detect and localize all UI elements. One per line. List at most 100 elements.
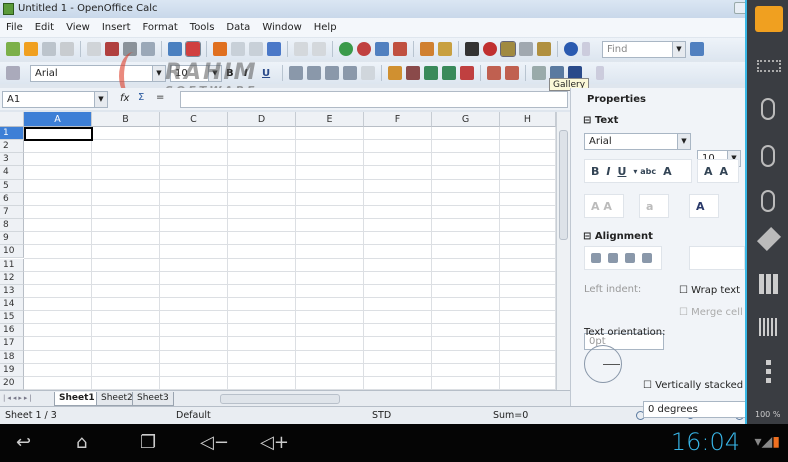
row-header[interactable]: 1 <box>0 127 24 141</box>
column-header[interactable]: B <box>92 112 160 127</box>
align-center-icon[interactable] <box>307 66 321 80</box>
vertical-scrollbar[interactable] <box>556 112 570 390</box>
row-header[interactable]: 4 <box>0 166 24 180</box>
redo-icon[interactable] <box>312 42 326 56</box>
row-header[interactable]: 9 <box>0 232 24 246</box>
volume-down-icon[interactable]: ◁− <box>200 432 229 453</box>
toolbar-overflow-icon[interactable] <box>596 66 604 80</box>
add-decimal-icon[interactable] <box>442 66 456 80</box>
row-header[interactable]: 2 <box>0 140 24 154</box>
menu-data[interactable]: Data <box>220 22 256 33</box>
menu-file[interactable]: File <box>0 22 29 33</box>
horizontal-align-buttons[interactable] <box>584 246 662 270</box>
align-right-icon[interactable] <box>325 66 339 80</box>
column-header[interactable]: D <box>228 112 296 127</box>
mouse-right-icon[interactable] <box>761 145 775 167</box>
orientation-degrees-input[interactable]: 0 degrees <box>643 401 746 418</box>
more-icon[interactable] <box>766 360 771 384</box>
chart-icon[interactable] <box>420 42 434 56</box>
standard-format-icon[interactable] <box>424 66 438 80</box>
new-icon[interactable] <box>6 42 20 56</box>
email-icon[interactable] <box>60 42 74 56</box>
datasources-icon[interactable] <box>519 42 533 56</box>
find-replace-icon[interactable] <box>465 42 479 56</box>
menu-window[interactable]: Window <box>256 22 307 33</box>
format-paintbrush-icon[interactable] <box>267 42 281 56</box>
column-header[interactable]: H <box>500 112 556 127</box>
gallery-icon[interactable] <box>500 41 516 57</box>
styles-icon[interactable] <box>6 66 20 80</box>
save-icon[interactable] <box>42 42 56 56</box>
sidebar-font-select[interactable]: Arial ▼ <box>584 133 691 150</box>
row-header[interactable]: 17 <box>0 337 24 351</box>
merge-icon[interactable] <box>361 66 375 80</box>
text-style-buttons[interactable]: B I U ▾ abc A <box>584 159 692 183</box>
home-icon[interactable]: ⌂ <box>76 432 87 453</box>
font-scale-buttons[interactable]: AA <box>697 159 739 183</box>
draw-icon[interactable] <box>438 42 452 56</box>
row-header[interactable]: 3 <box>0 153 24 167</box>
horizontal-scrollbar[interactable] <box>220 394 340 404</box>
column-header[interactable]: C <box>160 112 228 127</box>
vertically-stacked-checkbox[interactable]: ☐ Vertically stacked <box>643 380 743 391</box>
row-header[interactable]: 14 <box>0 297 24 312</box>
navigator-icon[interactable] <box>483 42 497 56</box>
barcode-icon[interactable] <box>759 318 779 336</box>
decrease-indent-icon[interactable] <box>487 66 501 80</box>
keyboard-icon[interactable] <box>757 60 781 72</box>
wrap-text-checkbox[interactable]: ☐ Wrap text <box>679 285 740 296</box>
edit-icon[interactable] <box>87 42 101 56</box>
column-header[interactable]: E <box>296 112 364 127</box>
formula-input[interactable] <box>180 91 568 108</box>
borders-icon[interactable] <box>532 66 546 80</box>
sidebar-font-color-button[interactable]: A <box>689 194 719 218</box>
currency-icon[interactable] <box>388 66 402 80</box>
column-header[interactable]: A <box>24 112 92 127</box>
menu-help[interactable]: Help <box>308 22 343 33</box>
back-icon[interactable]: ↩ <box>16 432 31 453</box>
hyperlink-icon[interactable] <box>339 42 353 56</box>
justify-icon[interactable] <box>343 66 357 80</box>
selection-mode[interactable]: STD <box>372 410 391 421</box>
menu-edit[interactable]: Edit <box>29 22 60 33</box>
row-header[interactable]: 10 <box>0 245 24 259</box>
function-wizard-icon[interactable]: fx <box>120 93 129 104</box>
find-input[interactable]: Find ▼ <box>602 40 686 58</box>
sheet-tab-1[interactable]: Sheet1 <box>54 392 100 406</box>
menu-view[interactable]: View <box>60 22 96 33</box>
row-header[interactable]: 18 <box>0 350 24 364</box>
row-header[interactable]: 16 <box>0 324 24 338</box>
delete-decimal-icon[interactable] <box>460 66 474 80</box>
undo-icon[interactable] <box>294 42 308 56</box>
mouse-icon[interactable] <box>761 98 775 120</box>
zoom-icon[interactable] <box>537 42 551 56</box>
row-header[interactable]: 8 <box>0 219 24 233</box>
help-icon[interactable] <box>564 42 578 56</box>
text-section-header[interactable]: ⊟ Text <box>583 115 618 126</box>
name-box[interactable]: A1 ▼ <box>2 91 108 108</box>
row-header[interactable]: 13 <box>0 284 24 298</box>
column-header[interactable]: F <box>364 112 432 127</box>
sort-ascending-icon[interactable] <box>375 42 389 56</box>
row-header[interactable]: 15 <box>0 311 24 325</box>
row-header[interactable]: 5 <box>0 179 24 193</box>
sheet-nav-buttons[interactable]: |◂◂▸▸| <box>3 394 53 404</box>
find-next-icon[interactable] <box>690 42 704 56</box>
grid-apps-icon[interactable] <box>759 274 779 294</box>
menu-format[interactable]: Format <box>137 22 184 33</box>
row-header[interactable]: 6 <box>0 192 24 206</box>
orientation-dial[interactable] <box>584 345 622 383</box>
row-header[interactable]: 7 <box>0 205 24 220</box>
menu-insert[interactable]: Insert <box>96 22 137 33</box>
active-cell-a1[interactable] <box>24 127 93 141</box>
increase-indent-icon[interactable] <box>505 66 519 80</box>
pen-icon[interactable] <box>756 226 782 252</box>
percent-icon[interactable] <box>406 66 420 80</box>
super-sub-buttons[interactable]: A A <box>584 194 624 218</box>
align-left-icon[interactable] <box>289 66 303 80</box>
navigator-stop-icon[interactable] <box>357 42 371 56</box>
recent-apps-icon[interactable]: ❐ <box>140 432 156 453</box>
sheet-tab-3[interactable]: Sheet3 <box>132 392 174 406</box>
vertical-align-buttons[interactable] <box>689 246 745 270</box>
alignment-section-header[interactable]: ⊟ Alignment <box>583 231 653 242</box>
